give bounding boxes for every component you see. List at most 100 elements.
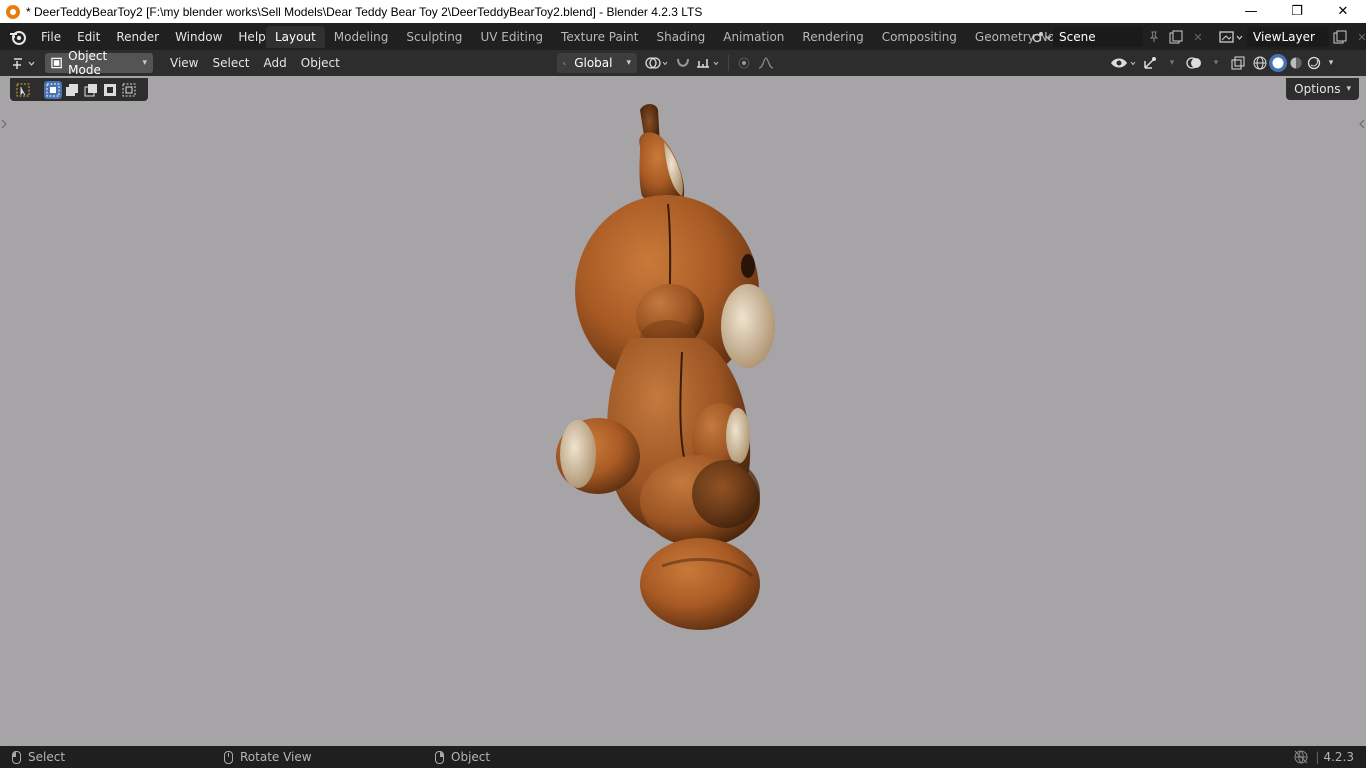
rendered-shading-icon[interactable] — [1305, 54, 1323, 72]
orientation-global-icon — [563, 61, 566, 65]
tab-layout[interactable]: Layout — [266, 26, 325, 48]
transform-orientation-dropdown[interactable]: Global ▾ — [557, 53, 637, 73]
editor-type-icon — [13, 58, 35, 69]
xray-toggle-icon[interactable] — [1227, 53, 1249, 73]
pivot-snap-group — [642, 53, 777, 73]
status-bar: Select Rotate View Object | 4.2.3 — [0, 746, 1366, 768]
scene-name-field[interactable]: Scene — [1053, 27, 1143, 47]
window-titlebar: * DeerTeddyBearToy2 [F:\my blender works… — [0, 0, 1366, 23]
status-version-area: | 4.2.3 — [1293, 750, 1354, 764]
shading-dropdown-icon[interactable]: ▾ — [1323, 53, 1339, 73]
orientation-label: Global — [574, 56, 613, 70]
status-hint-select: Select — [12, 750, 65, 764]
status-select-label: Select — [28, 750, 66, 764]
menu-add[interactable]: Add — [257, 53, 294, 73]
tab-compositing[interactable]: Compositing — [873, 26, 966, 48]
select-intersect-icon[interactable] — [120, 81, 138, 99]
new-view-layer-icon[interactable] — [1329, 27, 1351, 47]
status-hint-object: Object — [435, 750, 490, 764]
solid-shading-icon[interactable] — [1269, 54, 1287, 72]
gizmo-dropdown-icon[interactable]: ▾ — [1161, 53, 1183, 73]
eye-icon — [1111, 58, 1136, 68]
select-mode-toolbar — [10, 78, 148, 101]
tab-sculpting[interactable]: Sculpting — [397, 26, 471, 48]
tab-texture-paint[interactable]: Texture Paint — [552, 26, 647, 48]
options-dropdown[interactable]: Options ▾ — [1286, 78, 1359, 100]
close-button[interactable]: ✕ — [1320, 0, 1366, 23]
snap-target-button[interactable] — [694, 53, 724, 73]
scene-browse-button[interactable] — [1031, 27, 1053, 47]
menu-object[interactable]: Object — [294, 53, 347, 73]
new-scene-icon[interactable] — [1165, 27, 1187, 47]
top-menu-bar: File Edit Render Window Help Layout Modeling… — [0, 23, 1366, 50]
scene-selector-group: Scene ✕ ViewLayer ✕ — [1031, 26, 1366, 48]
tab-uv-editing[interactable]: UV Editing — [471, 26, 552, 48]
viewport-header: Object Mode ▾ View Select Add Object Global… — [0, 49, 1366, 77]
visibility-selectability-button[interactable] — [1109, 53, 1139, 73]
network-disabled-icon — [1294, 750, 1308, 764]
falloff-curve-icon[interactable] — [755, 53, 777, 73]
editor-type-button[interactable] — [10, 53, 40, 73]
mode-selector[interactable]: Object Mode ▾ — [45, 49, 153, 77]
restore-button[interactable]: ❐ — [1274, 0, 1320, 23]
chevron-down-icon: ▾ — [1346, 84, 1351, 94]
mouse-right-icon — [435, 750, 444, 764]
delete-view-layer-icon[interactable]: ✕ — [1351, 27, 1366, 47]
menu-file[interactable]: File — [33, 26, 69, 48]
shading-mode-group: ▾ — [1251, 53, 1339, 73]
viewport-display-group: ▾ ▾ ▾ — [1109, 53, 1339, 73]
status-object-label: Object — [451, 750, 491, 764]
blender-version: 4.2.3 — [1323, 750, 1354, 764]
blender-logo-icon[interactable] — [9, 28, 27, 46]
status-rotate-label: Rotate View — [240, 750, 312, 764]
select-extend-icon[interactable] — [63, 81, 81, 99]
tab-shading[interactable]: Shading — [647, 26, 714, 48]
mouse-middle-icon — [224, 750, 233, 764]
menu-edit[interactable]: Edit — [69, 26, 108, 48]
pin-scene-icon[interactable] — [1143, 27, 1165, 47]
select-tool-icon[interactable] — [14, 81, 32, 99]
render-layers-icon — [1219, 31, 1243, 43]
mode-label: Object Mode — [68, 49, 108, 77]
window-controls: — ❐ ✕ — [1228, 0, 1366, 23]
workspace-tabs: Layout Modeling Sculpting UV Editing Tex… — [266, 26, 1085, 48]
divider: | — [1315, 750, 1320, 764]
delete-scene-icon[interactable]: ✕ — [1187, 27, 1209, 47]
select-new-icon[interactable] — [44, 80, 62, 99]
teddy-bear-model[interactable] — [0, 76, 1366, 746]
3d-viewport[interactable] — [0, 76, 1366, 746]
object-mode-icon — [51, 57, 62, 69]
divider — [728, 55, 729, 71]
menu-view[interactable]: View — [163, 53, 205, 73]
chevron-down-icon: ▾ — [142, 58, 147, 68]
window-title: * DeerTeddyBearToy2 [F:\my blender works… — [26, 4, 703, 19]
overlays-dropdown-icon[interactable]: ▾ — [1205, 53, 1227, 73]
tab-animation[interactable]: Animation — [714, 26, 793, 48]
pivot-icon — [645, 57, 668, 69]
chevron-down-icon: ▾ — [626, 58, 631, 68]
tab-modeling[interactable]: Modeling — [325, 26, 398, 48]
material-preview-shading-icon[interactable] — [1287, 54, 1305, 72]
blender-app-icon — [6, 4, 20, 19]
snap-toggle-icon[interactable] — [672, 53, 694, 73]
select-invert-icon[interactable] — [101, 81, 119, 99]
mouse-left-icon — [12, 750, 21, 764]
select-subtract-icon[interactable] — [82, 81, 100, 99]
menu-window[interactable]: Window — [167, 26, 230, 48]
view-layer-field[interactable]: ViewLayer — [1247, 27, 1329, 47]
status-hint-rotate: Rotate View — [224, 750, 312, 764]
pivot-point-button[interactable] — [642, 53, 672, 73]
view-layer-browse-button[interactable] — [1217, 27, 1247, 47]
overlays-toggle-icon[interactable] — [1183, 53, 1205, 73]
gizmo-toggle-icon[interactable] — [1139, 53, 1161, 73]
wireframe-shading-icon[interactable] — [1251, 54, 1269, 72]
viewport-menus: View Select Add Object — [163, 53, 347, 73]
tab-rendering[interactable]: Rendering — [793, 26, 872, 48]
minimize-button[interactable]: — — [1228, 0, 1274, 23]
menu-select[interactable]: Select — [205, 53, 256, 73]
snap-increment-icon — [697, 59, 719, 68]
proportional-edit-icon[interactable] — [733, 53, 755, 73]
menu-render[interactable]: Render — [108, 26, 167, 48]
main-menu: File Edit Render Window Help — [33, 26, 274, 48]
scene-icon — [1032, 32, 1052, 43]
